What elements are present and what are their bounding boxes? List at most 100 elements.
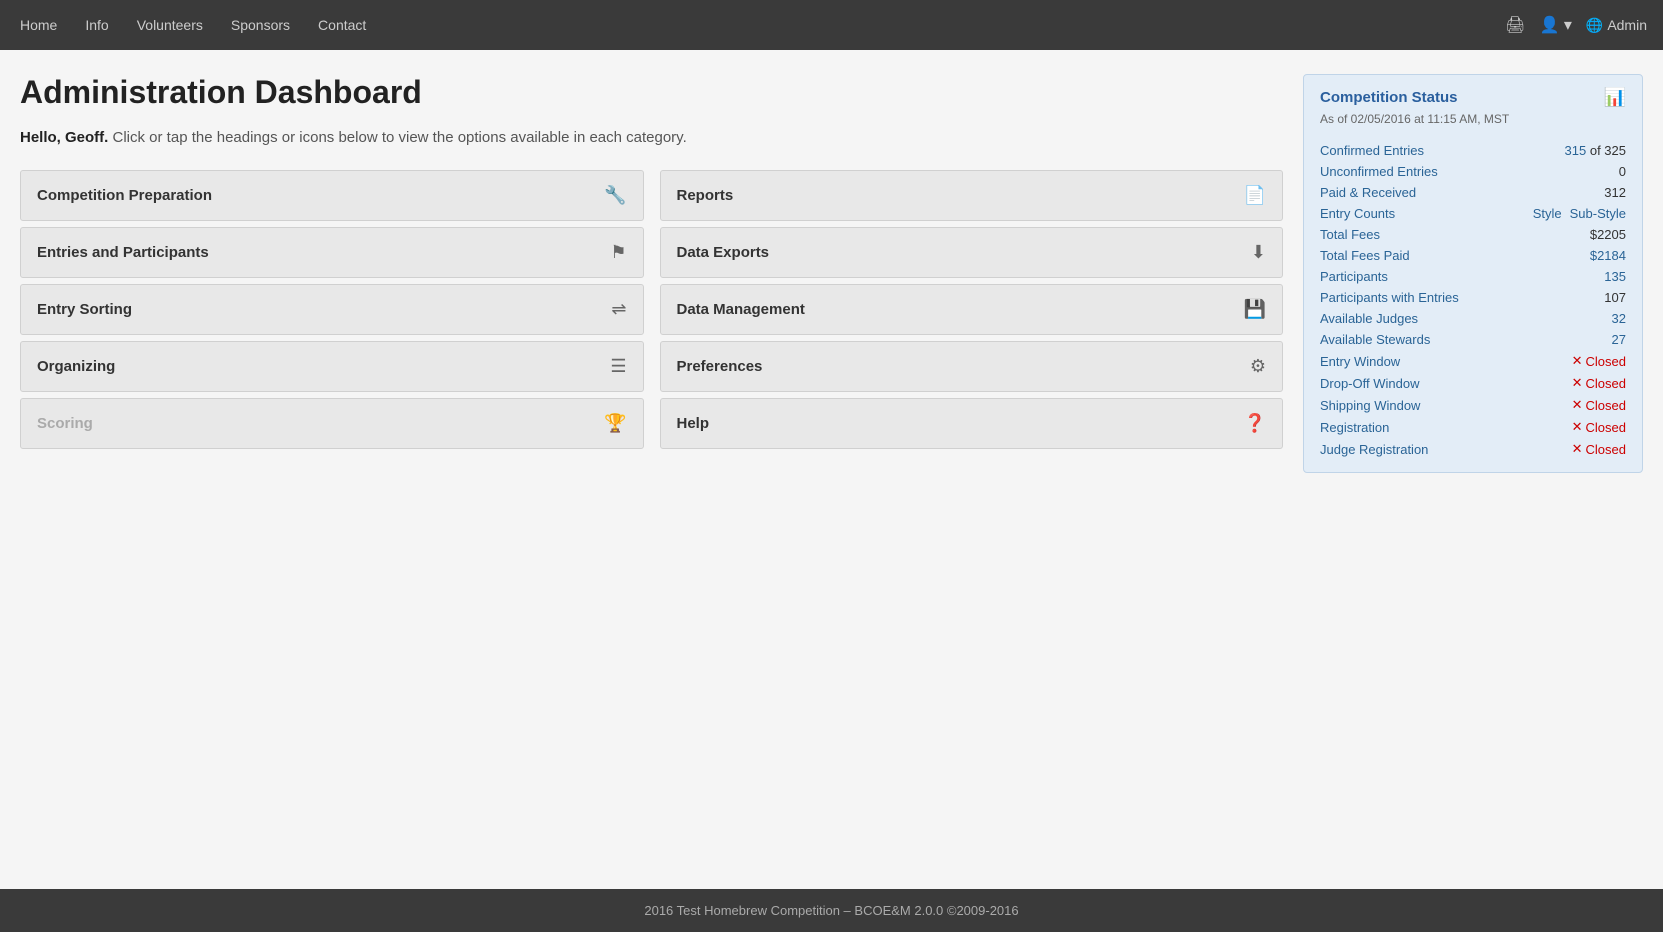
- card-icon-help: ❓: [1244, 413, 1266, 434]
- x-icon-12: ✕: [1572, 397, 1583, 413]
- card-help[interactable]: Help ❓: [660, 398, 1284, 449]
- footer: 2016 Test Homebrew Competition – BCOE&M …: [0, 889, 1663, 932]
- status-header: Competition Status 📊: [1320, 87, 1626, 108]
- admin-label: Admin: [1607, 17, 1647, 33]
- globe-icon: 🌐: [1586, 17, 1603, 34]
- nav-link-sponsors[interactable]: Sponsors: [227, 11, 294, 39]
- card-preferences[interactable]: Preferences ⚙: [660, 341, 1284, 392]
- user-icon[interactable]: 👤 ▾: [1539, 15, 1571, 35]
- status-row-0: Confirmed Entries 315 of 325: [1320, 140, 1626, 161]
- status-value-substyle-3[interactable]: Sub-Style: [1570, 206, 1626, 221]
- card-icon-reports: 📄: [1244, 185, 1266, 206]
- status-value-1: 0: [1619, 164, 1626, 179]
- nav-link-contact[interactable]: Contact: [314, 11, 370, 39]
- card-entries-participants[interactable]: Entries and Participants ⚑: [20, 227, 644, 278]
- status-value-2: 312: [1604, 185, 1626, 200]
- footer-text: 2016 Test Homebrew Competition – BCOE&M …: [644, 903, 1018, 918]
- greeting: Hello, Geoff.: [20, 129, 108, 146]
- card-competition-preparation[interactable]: Competition Preparation 🔧: [20, 170, 644, 221]
- status-value-12: ✕ Closed: [1572, 397, 1626, 413]
- status-label-1[interactable]: Unconfirmed Entries: [1320, 164, 1438, 179]
- main-area: Administration Dashboard Hello, Geoff. C…: [20, 74, 1283, 449]
- status-label-5[interactable]: Total Fees Paid: [1320, 248, 1410, 263]
- x-icon-10: ✕: [1572, 353, 1583, 369]
- status-label-11[interactable]: Drop-Off Window: [1320, 376, 1419, 391]
- status-label-2[interactable]: Paid & Received: [1320, 185, 1416, 200]
- status-row-11: Drop-Off Window ✕ Closed: [1320, 372, 1626, 394]
- status-row-9: Available Stewards 27: [1320, 329, 1626, 350]
- closed-text-10: Closed: [1586, 354, 1626, 369]
- status-rows: Confirmed Entries 315 of 325 Unconfirmed E…: [1320, 140, 1626, 460]
- status-value-11: ✕ Closed: [1572, 375, 1626, 391]
- nav-right: 🖨 👤 ▾ 🌐 Admin: [1505, 15, 1647, 35]
- intro-text: Hello, Geoff. Click or tap the headings …: [20, 129, 1283, 146]
- status-label-12[interactable]: Shipping Window: [1320, 398, 1420, 413]
- status-value-4: $2205: [1590, 227, 1626, 242]
- card-reports[interactable]: Reports 📄: [660, 170, 1284, 221]
- status-label-9[interactable]: Available Stewards: [1320, 332, 1430, 347]
- card-icon-scoring: 🏆: [604, 413, 626, 434]
- status-value-7: 107: [1604, 290, 1626, 305]
- status-value-link-0[interactable]: 315: [1565, 143, 1587, 158]
- x-icon-14: ✕: [1572, 441, 1583, 457]
- status-row-7: Participants with Entries 107: [1320, 287, 1626, 308]
- status-row-5: Total Fees Paid $2184: [1320, 245, 1626, 266]
- status-label-8[interactable]: Available Judges: [1320, 311, 1418, 326]
- status-label-10[interactable]: Entry Window: [1320, 354, 1400, 369]
- card-label-entry-sorting: Entry Sorting: [37, 301, 132, 318]
- print-icon[interactable]: 🖨: [1505, 15, 1525, 35]
- status-value-9[interactable]: 27: [1612, 332, 1626, 347]
- status-row-3: Entry Counts Style Sub-Style: [1320, 203, 1626, 224]
- card-organizing[interactable]: Organizing ☰: [20, 341, 644, 392]
- card-data-management[interactable]: Data Management 💾: [660, 284, 1284, 335]
- status-value-0: 315 of 325: [1565, 143, 1626, 158]
- nav-link-info[interactable]: Info: [81, 11, 112, 39]
- status-label-3[interactable]: Entry Counts: [1320, 206, 1395, 221]
- card-label-reports: Reports: [677, 187, 734, 204]
- nav-links: Home Info Volunteers Sponsors Contact: [16, 11, 1505, 39]
- card-label-competition-preparation: Competition Preparation: [37, 187, 212, 204]
- status-label-0[interactable]: Confirmed Entries: [1320, 143, 1424, 158]
- closed-text-12: Closed: [1586, 398, 1626, 413]
- status-row-2: Paid & Received 312: [1320, 182, 1626, 203]
- status-row-12: Shipping Window ✕ Closed: [1320, 394, 1626, 416]
- closed-text-11: Closed: [1586, 376, 1626, 391]
- status-value-14: ✕ Closed: [1572, 441, 1626, 457]
- status-label-7[interactable]: Participants with Entries: [1320, 290, 1459, 305]
- card-icon-entries-participants: ⚑: [610, 242, 626, 263]
- card-label-data-exports: Data Exports: [677, 244, 770, 261]
- status-date: As of 02/05/2016 at 11:15 AM, MST: [1320, 112, 1626, 126]
- status-label-14[interactable]: Judge Registration: [1320, 442, 1428, 457]
- status-value-group-3: Style Sub-Style: [1533, 206, 1626, 221]
- admin-link[interactable]: 🌐 Admin: [1586, 17, 1647, 34]
- status-title: Competition Status: [1320, 89, 1458, 106]
- card-data-exports[interactable]: Data Exports ⬇: [660, 227, 1284, 278]
- status-value-style-3[interactable]: Style: [1533, 206, 1562, 221]
- nav-link-home[interactable]: Home: [16, 11, 61, 39]
- card-icon-data-management: 💾: [1244, 299, 1266, 320]
- card-label-scoring: Scoring: [37, 415, 93, 432]
- chart-icon[interactable]: 📊: [1604, 87, 1626, 108]
- status-value-10: ✕ Closed: [1572, 353, 1626, 369]
- status-value-5[interactable]: $2184: [1590, 248, 1626, 263]
- card-label-organizing: Organizing: [37, 358, 115, 375]
- card-icon-data-exports: ⬇: [1251, 242, 1266, 263]
- status-label-13[interactable]: Registration: [1320, 420, 1389, 435]
- right-column: Reports 📄 Data Exports ⬇ Data Management…: [660, 170, 1284, 449]
- status-value-6[interactable]: 135: [1604, 269, 1626, 284]
- left-column: Competition Preparation 🔧 Entries and Pa…: [20, 170, 644, 449]
- status-row-10: Entry Window ✕ Closed: [1320, 350, 1626, 372]
- status-row-14: Judge Registration ✕ Closed: [1320, 438, 1626, 460]
- status-label-6[interactable]: Participants: [1320, 269, 1388, 284]
- x-icon-11: ✕: [1572, 375, 1583, 391]
- page-title: Administration Dashboard: [20, 74, 1283, 111]
- card-label-entries-participants: Entries and Participants: [37, 244, 209, 261]
- card-entry-sorting[interactable]: Entry Sorting ⇌: [20, 284, 644, 335]
- card-scoring: Scoring 🏆: [20, 398, 644, 449]
- navbar: Home Info Volunteers Sponsors Contact 🖨 👤 ▾ …: [0, 0, 1663, 50]
- closed-text-14: Closed: [1586, 442, 1626, 457]
- status-value-8[interactable]: 32: [1612, 311, 1626, 326]
- status-label-4[interactable]: Total Fees: [1320, 227, 1380, 242]
- card-label-help: Help: [677, 415, 710, 432]
- nav-link-volunteers[interactable]: Volunteers: [133, 11, 207, 39]
